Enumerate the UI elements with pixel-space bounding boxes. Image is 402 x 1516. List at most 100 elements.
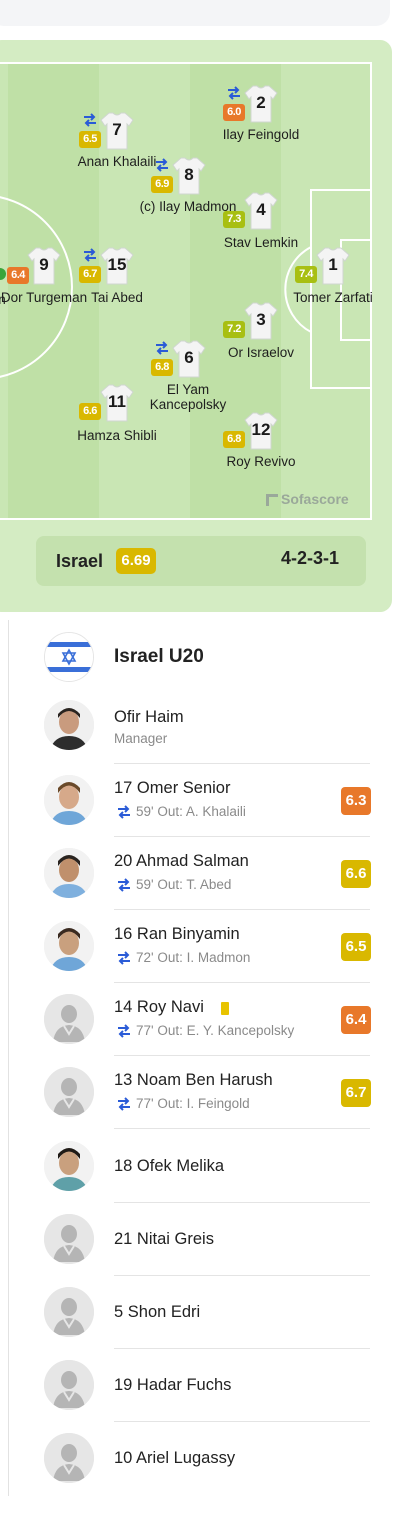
player-name: Roy Revivo xyxy=(226,454,296,469)
row-separator xyxy=(114,1128,370,1129)
team-name: Israel xyxy=(56,551,104,571)
unused-substitute-row[interactable]: 10 Ariel Lugassy xyxy=(0,1428,402,1494)
substitute-name: 20 Ahmad Salman xyxy=(114,852,249,870)
jersey-icon: 1 xyxy=(316,246,350,286)
sub-minute: 77' xyxy=(136,1096,154,1111)
sofascore-wordmark: Sofascore xyxy=(281,491,349,507)
jersey-icon: 8 xyxy=(172,156,206,196)
sofascore-logo-icon xyxy=(266,494,278,506)
bench-team-header[interactable]: Israel U20 xyxy=(0,630,402,686)
player-rating-badge: 6.9 xyxy=(151,176,173,193)
previous-card xyxy=(0,0,390,26)
sub-out-player: I. Madmon xyxy=(186,950,251,965)
jersey-icon: 4 xyxy=(244,191,278,231)
row-separator xyxy=(114,982,370,983)
substitute-name: 17 Omer Senior xyxy=(114,779,231,797)
substitute-row[interactable]: 16 Ran Binyamin 72' Out: I. Madmon 6.5 xyxy=(0,916,402,982)
manager-row[interactable]: Ofir Haim Manager xyxy=(0,698,402,758)
substitute-rating-badge: 6.4 xyxy=(341,1006,371,1034)
row-separator xyxy=(114,1275,370,1276)
substitute-name: 14 Roy Navi xyxy=(114,998,204,1016)
substitution-icon xyxy=(116,951,132,965)
formation: 4-2-3-1 xyxy=(280,548,340,568)
substitute-row[interactable]: 17 Omer Senior 59' Out: A. Khalaili 6.3 xyxy=(0,770,402,836)
sub-minute: 72' xyxy=(136,950,154,965)
sub-out-player: A. Khalaili xyxy=(185,804,246,819)
substitute-row[interactable]: 13 Noam Ben Harush 77' Out: I. Feingold 6.… xyxy=(0,1062,402,1128)
player-rating-badge: 6.0 xyxy=(223,104,245,121)
unused-substitute-row[interactable]: 21 Nitai Greis xyxy=(0,1209,402,1275)
substitution-icon xyxy=(116,805,132,819)
player-rating-badge: 6.8 xyxy=(223,431,245,448)
substitute-row[interactable]: 14 Roy Navi 77' Out: E. Y. Kancepolsky 6.4 xyxy=(0,989,402,1055)
jersey-icon: 7 xyxy=(100,111,134,151)
sub-out-label: Out: xyxy=(157,877,183,892)
substitution-icon xyxy=(116,1097,132,1111)
substitution-icon xyxy=(116,878,132,892)
jersey-icon: 12 xyxy=(244,411,278,451)
player-name: Stav Lemkin xyxy=(223,235,299,250)
yellow-card-icon xyxy=(221,1002,229,1015)
substitute-rating-badge: 6.6 xyxy=(341,860,371,888)
substitution-icon xyxy=(82,248,98,262)
row-separator xyxy=(114,1202,370,1203)
bench-team-name: Israel U20 xyxy=(114,646,204,667)
placeholder-avatar-icon xyxy=(44,1287,94,1337)
sub-out-label: Out: xyxy=(157,950,183,965)
jersey-icon: 2 xyxy=(244,84,278,124)
jersey-number: 12 xyxy=(251,420,271,439)
player-name: El Yam Kancepolsky xyxy=(149,382,227,412)
substitution-info: 77' Out: E. Y. Kancepolsky xyxy=(136,1023,294,1038)
sub-out-label: Out: xyxy=(157,1023,183,1038)
sub-out-label: Out: xyxy=(157,804,183,819)
player-rating-badge: 6.7 xyxy=(79,266,101,283)
substitution-info: 77' Out: I. Feingold xyxy=(136,1096,250,1111)
jersey-icon: 15 xyxy=(100,246,134,286)
jersey-icon: 9 xyxy=(27,246,61,286)
player-rating-badge: 6.6 xyxy=(79,403,101,420)
jersey-number: 3 xyxy=(256,310,266,329)
player-name: Or Israelov xyxy=(227,345,295,360)
manager-avatar xyxy=(44,700,94,750)
jersey-number: 15 xyxy=(107,255,127,274)
unused-substitute-row[interactable]: 18 Ofek Melika xyxy=(0,1136,402,1202)
player-avatar xyxy=(44,848,94,898)
player-avatar xyxy=(44,921,94,971)
sub-minute: 59' xyxy=(136,804,154,819)
player-name: Ilay Feingold xyxy=(222,127,300,142)
jersey-icon: 3 xyxy=(244,301,278,341)
unused-substitute-name: 5 Shon Edri xyxy=(114,1303,201,1321)
sub-out-player: T. Abed xyxy=(186,877,232,892)
sub-out-player: I. Feingold xyxy=(186,1096,250,1111)
player-rating-badge: 7.4 xyxy=(295,266,317,283)
row-separator xyxy=(114,1055,370,1056)
substitution-icon xyxy=(226,86,242,100)
player-name: Tai Abed xyxy=(91,290,143,305)
player-rating-badge: 7.3 xyxy=(223,211,245,228)
jersey-number: 6 xyxy=(184,348,194,367)
placeholder-avatar-icon xyxy=(44,1360,94,1410)
row-separator xyxy=(114,1348,370,1349)
jersey-icon: 11 xyxy=(100,383,134,423)
substitute-name: 13 Noam Ben Harush xyxy=(114,1071,273,1089)
jersey-number: 1 xyxy=(328,255,338,274)
jersey-icon: 6 xyxy=(172,339,206,379)
substitute-row[interactable]: 20 Ahmad Salman 59' Out: T. Abed 6.6 xyxy=(0,843,402,909)
player-avatar xyxy=(44,775,94,825)
sub-minute: 77' xyxy=(136,1023,154,1038)
substitution-icon xyxy=(116,1024,132,1038)
substitution-icon xyxy=(154,158,170,172)
sub-out-label: Out: xyxy=(157,1096,183,1111)
placeholder-avatar-icon xyxy=(44,1433,94,1483)
player-avatar xyxy=(44,1141,94,1191)
substitute-rating-badge: 6.5 xyxy=(341,933,371,961)
jersey-number: 4 xyxy=(256,200,266,219)
row-separator xyxy=(114,836,370,837)
player-rating-badge: 6.8 xyxy=(151,359,173,376)
unused-substitute-row[interactable]: 5 Shon Edri xyxy=(0,1282,402,1348)
player-name: Tomer Zarfati xyxy=(293,290,373,305)
substitution-icon xyxy=(154,341,170,355)
substitute-rating-badge: 6.7 xyxy=(341,1079,371,1107)
unused-substitute-row[interactable]: 19 Hadar Fuchs xyxy=(0,1355,402,1421)
unused-substitute-name: 10 Ariel Lugassy xyxy=(114,1449,236,1467)
